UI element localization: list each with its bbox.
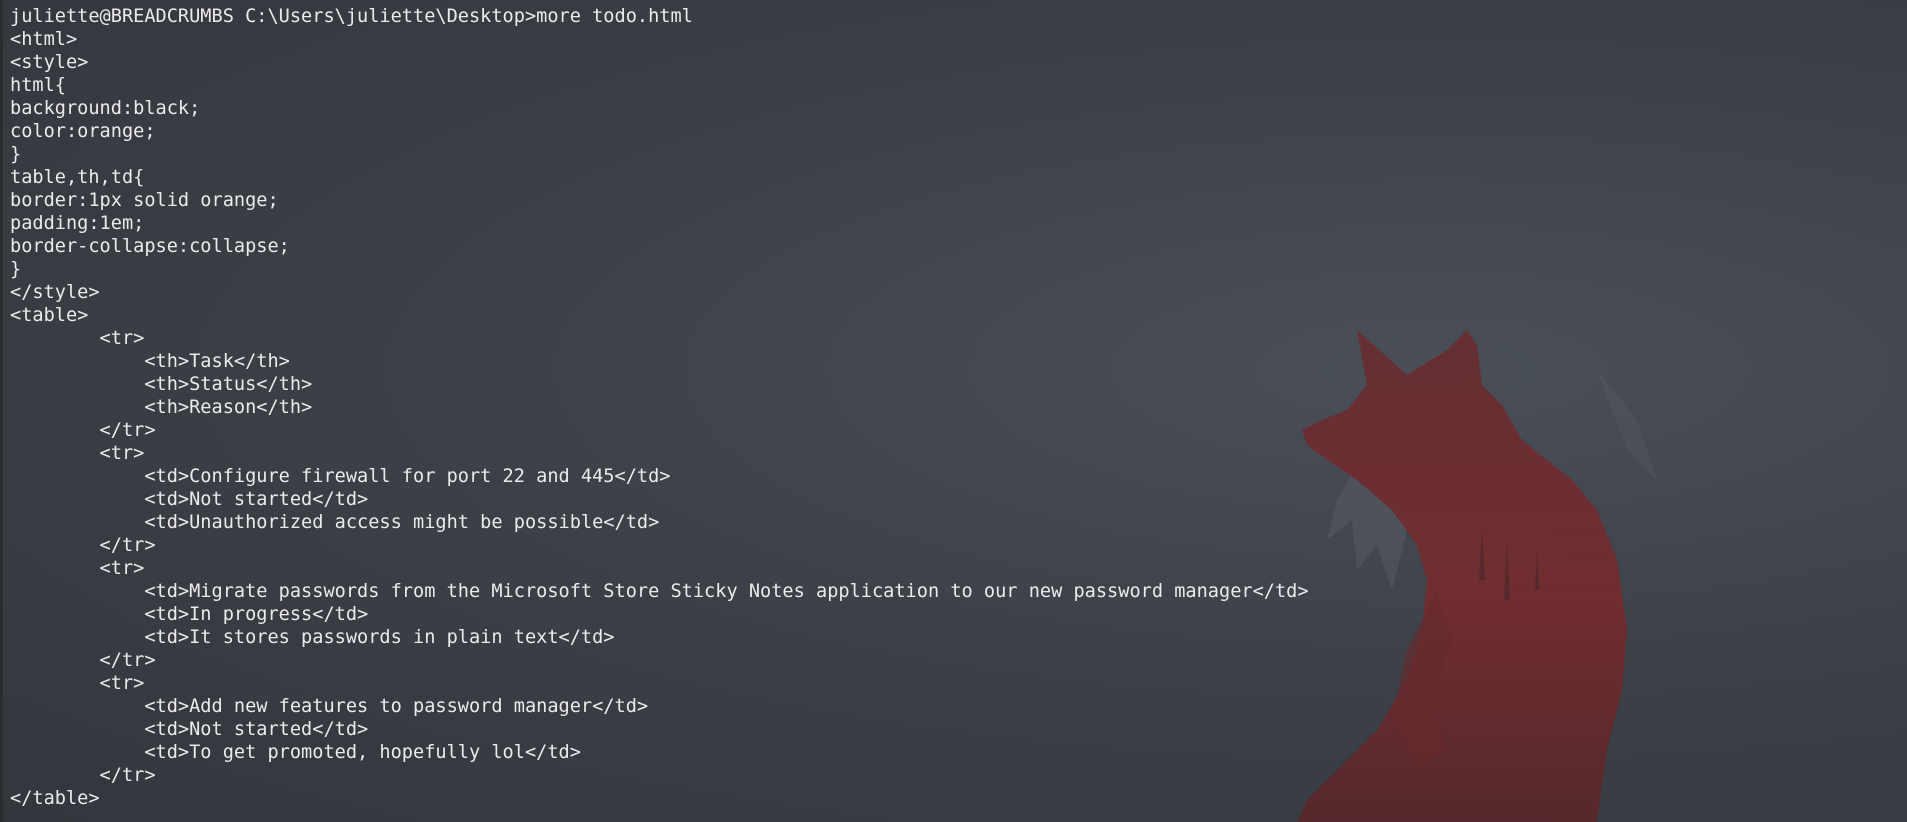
output-line: </table> — [10, 788, 100, 809]
output-line: </tr> — [10, 765, 156, 786]
fox-wallpaper-icon — [1297, 330, 1717, 822]
output-line: <td>Add new features to password manager… — [10, 696, 649, 717]
output-line: <tr> — [10, 673, 145, 694]
output-line: } — [10, 259, 22, 280]
terminal-output[interactable]: juliette@BREADCRUMBS C:\Users\juliette\D… — [10, 5, 1309, 810]
output-line: <td>Configure firewall for port 22 and 4… — [10, 466, 671, 487]
output-line: <style> — [10, 52, 89, 73]
output-line: <tr> — [10, 443, 145, 464]
output-line: <html> — [10, 29, 78, 50]
output-line: <th>Reason</th> — [10, 397, 313, 418]
window-edge — [0, 0, 3, 822]
output-line: </tr> — [10, 650, 156, 671]
output-line: <th>Task</th> — [10, 351, 290, 372]
output-line: <td>Not started</td> — [10, 719, 369, 740]
output-line: color:orange; — [10, 121, 156, 142]
output-line: </tr> — [10, 535, 156, 556]
output-line: html{ — [10, 75, 66, 96]
output-line: <th>Status</th> — [10, 374, 313, 395]
output-line: <td>Unauthorized access might be possibl… — [10, 512, 660, 533]
output-lines: <html> <style> html{background:black; color… — [10, 28, 1309, 810]
output-line: <td>Migrate passwords from the Microsoft… — [10, 581, 1309, 602]
output-line: </tr> — [10, 420, 156, 441]
output-line: <tr> — [10, 558, 145, 579]
output-line: <table> — [10, 305, 89, 326]
output-line: <td>In progress</td> — [10, 604, 369, 625]
output-line: <tr> — [10, 328, 145, 349]
prompt: juliette@BREADCRUMBS C:\Users\juliette\D… — [10, 6, 537, 27]
output-line: padding:1em; — [10, 213, 145, 234]
output-line: border:1px solid orange; — [10, 190, 279, 211]
output-line: background:black; — [10, 98, 201, 119]
prompt-line: juliette@BREADCRUMBS C:\Users\juliette\D… — [10, 5, 1309, 28]
terminal-window[interactable]: juliette@BREADCRUMBS C:\Users\juliette\D… — [0, 0, 1907, 822]
command: more todo.html — [536, 6, 693, 27]
output-line: <td>It stores passwords in plain text</t… — [10, 627, 615, 648]
output-line: <td>To get promoted, hopefully lol</td> — [10, 742, 581, 763]
output-line: </style> — [10, 282, 100, 303]
output-line: <td>Not started</td> — [10, 489, 369, 510]
output-line: table,th,td{ — [10, 167, 145, 188]
output-line: border-collapse:collapse; — [10, 236, 290, 257]
output-line: } — [10, 144, 22, 165]
